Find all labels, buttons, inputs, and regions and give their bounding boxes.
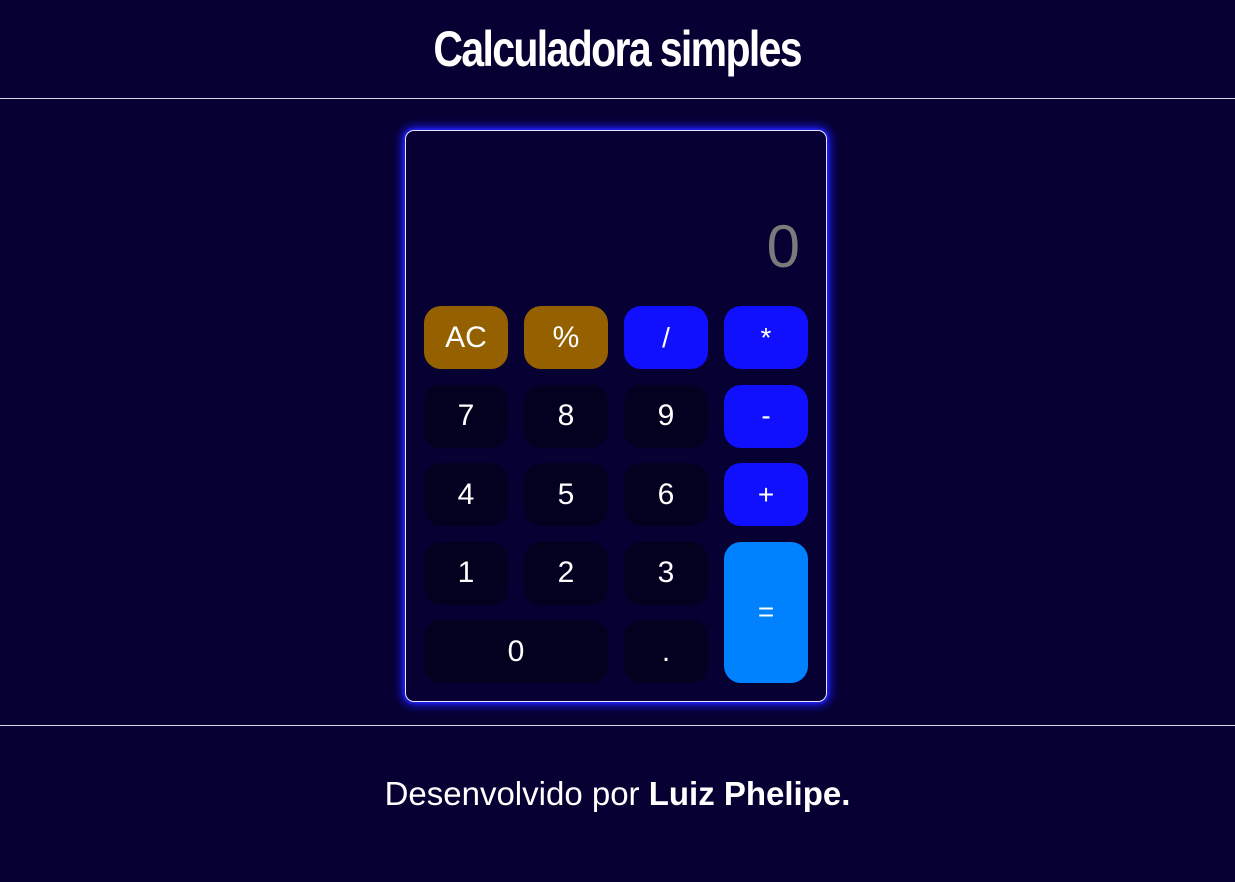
digit-3-button[interactable]: 3 <box>624 541 708 605</box>
digit-0-button[interactable]: 0 <box>424 620 608 683</box>
subtract-button[interactable]: - <box>724 384 808 448</box>
percent-button[interactable]: % <box>524 306 608 369</box>
digit-1-button[interactable]: 1 <box>424 541 508 605</box>
page-title: Calculadora simples <box>433 21 803 77</box>
keypad: AC % / * 7 8 9 - 4 5 6 + 1 2 3 = 0 . <box>424 306 808 683</box>
footer-credit: Desenvolvido por Luiz Phelipe. <box>385 775 851 813</box>
decimal-point-button[interactable]: . <box>624 620 708 683</box>
credit-prefix: Desenvolvido por <box>384 775 649 812</box>
digit-8-button[interactable]: 8 <box>524 384 608 448</box>
main-area: 0 AC % / * 7 8 9 - 4 5 6 + 1 2 3 = 0 . <box>0 99 1235 726</box>
equals-button[interactable]: = <box>724 541 808 683</box>
divide-button[interactable]: / <box>624 306 708 369</box>
credit-author: Luiz Phelipe. <box>648 775 851 812</box>
calculator: 0 AC % / * 7 8 9 - 4 5 6 + 1 2 3 = 0 . <box>405 130 827 702</box>
page-footer: Desenvolvido por Luiz Phelipe. <box>0 726 1235 881</box>
page-header: Calculadora simples <box>0 0 1235 99</box>
digit-6-button[interactable]: 6 <box>624 463 708 526</box>
clear-button[interactable]: AC <box>424 306 508 369</box>
calculator-display: 0 <box>766 212 800 280</box>
digit-9-button[interactable]: 9 <box>624 384 708 448</box>
digit-5-button[interactable]: 5 <box>524 463 608 526</box>
digit-2-button[interactable]: 2 <box>524 541 608 605</box>
multiply-button[interactable]: * <box>724 306 808 369</box>
add-button[interactable]: + <box>724 463 808 526</box>
digit-4-button[interactable]: 4 <box>424 463 508 526</box>
digit-7-button[interactable]: 7 <box>424 384 508 448</box>
